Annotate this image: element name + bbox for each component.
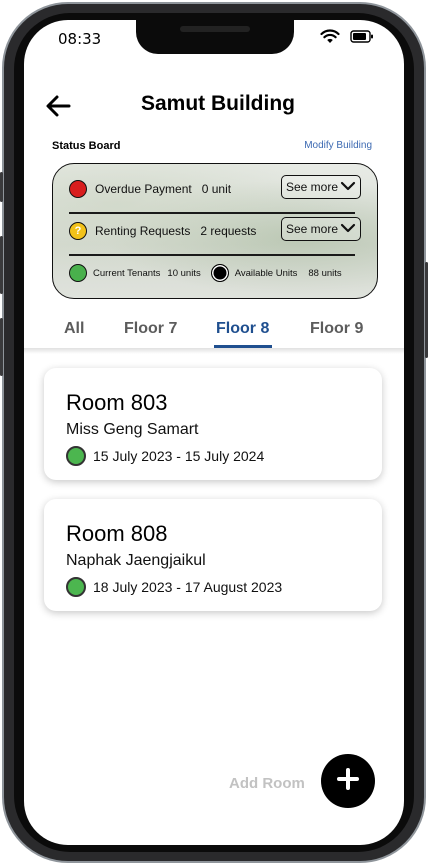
room-status-icon <box>66 577 86 597</box>
chevron-down-icon <box>338 180 356 195</box>
status-time: 08:33 <box>58 30 102 48</box>
overdue-value: 0 unit <box>201 182 232 196</box>
question-icon: ? <box>69 222 87 240</box>
room-period-text: 15 July 2023 - 15 July 2024 <box>93 448 265 464</box>
room-period: 18 July 2023 - 17 August 2023 <box>66 577 282 597</box>
requests-label: Renting Requests <box>95 224 191 238</box>
requests-value: 2 requests <box>200 224 257 238</box>
room-card[interactable]: Room 808 Naphak Jaengjaikul 18 July 2023… <box>44 499 382 611</box>
overdue-label: Overdue Payment <box>95 182 192 196</box>
modify-building-link[interactable]: Modify Building <box>304 140 372 151</box>
room-title: Room 808 <box>66 521 168 546</box>
floor-tabs: All Floor 7 Floor 8 Floor 9 <box>24 320 404 350</box>
available-units-value: 88 units <box>308 267 342 279</box>
see-more-label: See more <box>286 222 339 236</box>
room-card[interactable]: Room 803 Miss Geng Samart 15 July 2023 -… <box>44 368 382 480</box>
divider <box>69 212 355 214</box>
page-title: Samut Building <box>141 92 295 115</box>
room-tenant: Miss Geng Samart <box>66 421 199 438</box>
overdue-status-icon <box>69 180 87 198</box>
status-board-label: Status Board <box>52 140 121 152</box>
available-units-label: Available Units <box>234 267 298 279</box>
room-period-text: 18 July 2023 - 17 August 2023 <box>93 579 283 595</box>
screen: 08:33 Samut Building Status Board Modify… <box>24 20 404 845</box>
overdue-see-more-button[interactable]: See more <box>281 175 361 199</box>
tab-floor-8[interactable]: Floor 8 <box>216 320 269 338</box>
status-icons <box>320 29 374 49</box>
status-board: Overdue Payment 0 unit See more ? Rentin… <box>52 163 378 299</box>
side-button-volume-up <box>0 236 3 294</box>
see-more-label: See more <box>286 180 339 194</box>
units-row: Current Tenants 10 units Available Units… <box>69 264 361 282</box>
plus-icon <box>336 767 360 796</box>
available-units-icon <box>210 264 229 282</box>
tab-floor-9[interactable]: Floor 9 <box>310 320 363 338</box>
room-tenant: Naphak Jaengjaikul <box>66 552 206 569</box>
room-status-icon <box>66 446 86 466</box>
add-room-label: Add Room <box>229 775 305 792</box>
wifi-icon <box>320 29 340 49</box>
current-tenants-icon <box>69 264 87 282</box>
tab-all[interactable]: All <box>64 320 84 338</box>
battery-icon <box>350 30 374 48</box>
chevron-down-icon <box>338 222 356 237</box>
current-tenants-label: Current Tenants <box>93 267 161 279</box>
divider <box>69 254 355 256</box>
tabs-shadow <box>24 348 404 354</box>
notch <box>136 20 294 54</box>
speaker <box>180 26 250 32</box>
room-title: Room 803 <box>66 390 168 415</box>
requests-see-more-button[interactable]: See more <box>281 217 361 241</box>
room-period: 15 July 2023 - 15 July 2024 <box>66 446 264 466</box>
tab-floor-7[interactable]: Floor 7 <box>124 320 177 338</box>
requests-row: ? Renting Requests 2 requests See more <box>69 217 361 241</box>
side-button-mute <box>0 172 3 202</box>
side-button-volume-down <box>0 318 3 376</box>
current-tenants-value: 10 units <box>167 267 201 279</box>
add-room-button[interactable] <box>321 754 375 808</box>
overdue-row: Overdue Payment 0 unit See more <box>69 175 361 199</box>
